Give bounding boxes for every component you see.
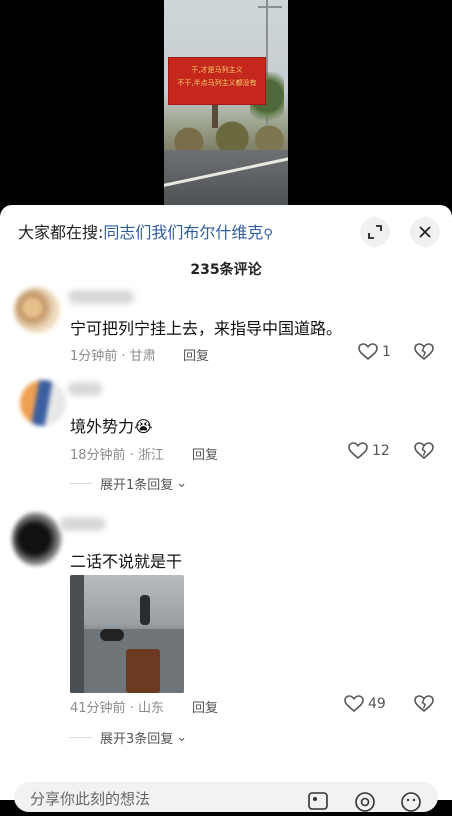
billboard-post xyxy=(212,104,218,128)
comment-text: 二话不说就是干 xyxy=(70,552,183,571)
image-wall xyxy=(70,575,84,693)
dislike-button[interactable] xyxy=(414,343,434,365)
avatar[interactable] xyxy=(12,512,62,566)
street-pole-arm xyxy=(258,6,282,8)
image-chair xyxy=(126,649,160,693)
like-count: 1 xyxy=(382,344,391,360)
dislike-button[interactable] xyxy=(414,695,434,717)
expand-replies-label: 展开3条回复 xyxy=(100,732,174,747)
comment-text: 宁可把列宁挂上去，来指导中国道路。 xyxy=(70,319,343,338)
expand-replies-label: 展开1条回复 xyxy=(100,478,174,493)
heart-icon xyxy=(344,695,364,713)
comment-input-placeholder: 分享你此刻的想法 xyxy=(30,790,151,808)
comment-text: 境外势力😭 xyxy=(70,417,153,436)
broken-heart-icon xyxy=(414,343,434,361)
reply-button[interactable]: 回复 xyxy=(192,444,218,463)
search-suggestion[interactable]: 大家都在搜:同志们我们布尔什维克⚲ xyxy=(18,219,273,243)
expand-replies-button[interactable]: 展开1条回复 ⌄ xyxy=(70,474,187,493)
username[interactable] xyxy=(68,382,102,396)
search-link[interactable]: 同志们我们布尔什维克 xyxy=(103,223,263,242)
reply-button[interactable]: 回复 xyxy=(192,697,218,716)
heart-icon xyxy=(358,343,378,361)
username[interactable] xyxy=(68,290,134,304)
sheet-header: 大家都在搜:同志们我们布尔什维克⚲ xyxy=(0,205,452,257)
dislike-button[interactable] xyxy=(414,442,434,464)
comment-image[interactable] xyxy=(70,575,184,693)
emoji-icon[interactable] xyxy=(400,792,422,816)
broken-heart-icon xyxy=(414,442,434,460)
like-count: 49 xyxy=(368,696,386,712)
avatar[interactable] xyxy=(14,287,60,333)
expand-replies-button[interactable]: 展开3条回复 ⌄ xyxy=(70,728,187,747)
close-button[interactable] xyxy=(410,217,440,247)
comment-meta: 41分钟前 · 山东 xyxy=(70,701,164,716)
comment-meta: 1分钟前 · 甘肃 xyxy=(70,349,156,364)
divider-dash xyxy=(70,483,92,484)
chevron-down-icon: ⌄ xyxy=(176,476,188,491)
broken-heart-icon xyxy=(414,695,434,713)
chevron-down-icon: ⌄ xyxy=(176,730,188,745)
comment-meta: 18分钟前 · 浙江 xyxy=(70,448,164,463)
road xyxy=(164,150,288,205)
billboard-line-2: 不干,半点马列主义都没有 xyxy=(177,79,257,87)
image-scooter xyxy=(100,629,124,641)
close-icon xyxy=(419,226,431,238)
at-icon[interactable] xyxy=(354,792,376,816)
avatar[interactable] xyxy=(20,380,66,426)
expand-button[interactable] xyxy=(360,217,390,247)
username[interactable] xyxy=(60,517,106,531)
like-count: 12 xyxy=(372,443,390,459)
divider-dash xyxy=(70,737,92,738)
image-person xyxy=(140,595,150,625)
heart-icon xyxy=(348,442,368,460)
search-prefix: 大家都在搜: xyxy=(18,223,104,242)
expand-icon xyxy=(368,225,382,239)
search-icon: ⚲ xyxy=(263,227,273,242)
reply-button[interactable]: 回复 xyxy=(183,345,209,364)
like-button[interactable]: 49 xyxy=(344,695,386,713)
like-button[interactable]: 1 xyxy=(358,343,391,361)
video-player[interactable]: 干,才是马列主义 不干,半点马列主义都没有 xyxy=(0,0,452,205)
like-button[interactable]: 12 xyxy=(348,442,390,460)
image-icon[interactable] xyxy=(308,792,328,814)
video-frame[interactable]: 干,才是马列主义 不干,半点马列主义都没有 xyxy=(164,0,288,205)
billboard: 干,才是马列主义 不干,半点马列主义都没有 xyxy=(168,57,266,105)
billboard-line-1: 干,才是马列主义 xyxy=(191,66,243,74)
comment-count: 235条评论 xyxy=(190,262,262,278)
